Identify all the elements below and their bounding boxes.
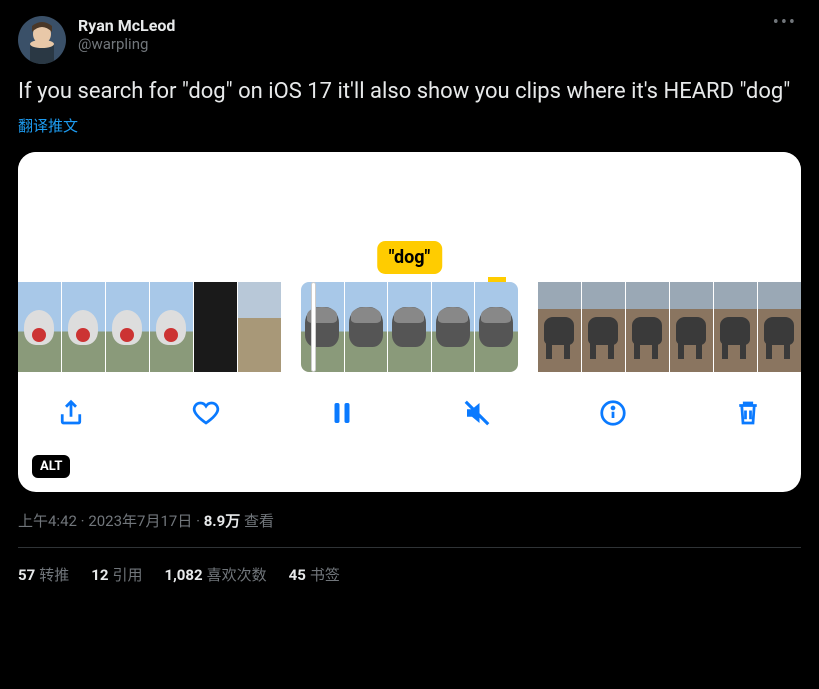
thumbnail	[432, 282, 475, 372]
clip-group-2[interactable]	[301, 282, 518, 372]
thumbnail	[18, 282, 61, 372]
thumbnail	[388, 282, 431, 372]
info-icon[interactable]	[596, 396, 630, 430]
trash-icon[interactable]	[731, 396, 765, 430]
retweets-stat[interactable]: 57转推	[18, 564, 69, 585]
tweet-text: If you search for "dog" on iOS 17 it'll …	[18, 78, 801, 107]
thumbnail	[194, 282, 237, 372]
thumbnail	[626, 282, 669, 372]
tweet-header: Ryan McLeod @warpling	[18, 16, 801, 64]
thumbnail	[475, 282, 518, 372]
translate-link[interactable]: 翻译推文	[18, 115, 801, 136]
tweet-date[interactable]: 2023年7月17日	[88, 512, 192, 530]
thumbnail	[670, 282, 713, 372]
thumbnail	[538, 282, 581, 372]
views-count[interactable]: 8.9万	[204, 512, 241, 530]
thumbnail	[582, 282, 625, 372]
video-thumbnail-track[interactable]	[18, 282, 801, 372]
display-name[interactable]: Ryan McLeod	[78, 16, 175, 35]
search-term-badge: "dog"	[377, 241, 443, 274]
clip-group-1[interactable]	[18, 282, 281, 372]
clip-group-3[interactable]	[538, 282, 801, 372]
alt-badge[interactable]: ALT	[32, 455, 70, 478]
quotes-stat[interactable]: 12引用	[91, 564, 142, 585]
playhead[interactable]	[311, 282, 316, 372]
thumbnail	[345, 282, 388, 372]
media-preview-area: "dog"	[18, 152, 801, 282]
avatar[interactable]	[18, 16, 66, 64]
thumbnail	[301, 282, 344, 372]
pause-icon[interactable]	[325, 396, 359, 430]
media-toolbar	[18, 372, 801, 446]
thumbnail	[758, 282, 801, 372]
user-handle[interactable]: @warpling	[78, 35, 175, 53]
mute-icon[interactable]	[460, 396, 494, 430]
media-attachment[interactable]: "dog"	[18, 152, 801, 492]
thumbnail	[62, 282, 105, 372]
views-label: 查看	[244, 512, 274, 530]
thumbnail	[714, 282, 757, 372]
tweet-meta: 上午4:42 · 2023年7月17日 · 8.9万 查看	[18, 510, 801, 531]
thumbnail	[106, 282, 149, 372]
heart-icon[interactable]	[189, 396, 223, 430]
more-options-button[interactable]: •••	[773, 12, 797, 33]
thumbnail	[150, 282, 193, 372]
share-icon[interactable]	[54, 396, 88, 430]
thumbnail	[238, 282, 281, 372]
tweet-container: ••• Ryan McLeod @warpling If you search …	[0, 0, 819, 601]
bookmarks-stat[interactable]: 45书签	[289, 564, 340, 585]
tweet-time[interactable]: 上午4:42	[18, 512, 77, 530]
tweet-stats: 57转推 12引用 1,082喜欢次数 45书签	[18, 548, 801, 601]
likes-stat[interactable]: 1,082喜欢次数	[164, 564, 266, 585]
